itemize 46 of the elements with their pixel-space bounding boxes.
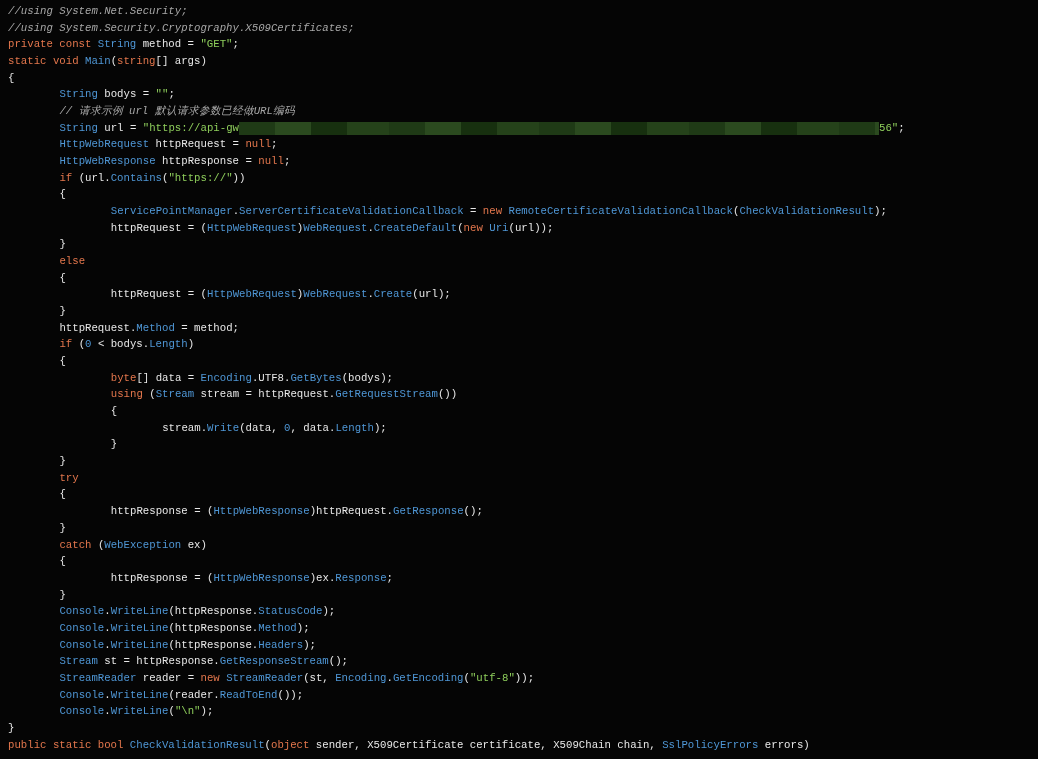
- code-line: Console.WriteLine(httpResponse.Headers);: [59, 637, 316, 653]
- code-line: httpRequest.Method = method;: [59, 320, 239, 336]
- code-line: }: [59, 454, 66, 470]
- code-line: {: [59, 270, 66, 286]
- code-line: if (url.Contains("https://")): [59, 170, 246, 186]
- code-line: }: [59, 520, 66, 536]
- code-line: catch (WebException ex): [59, 537, 207, 553]
- code-line: Console.WriteLine(httpResponse.Method);: [59, 620, 310, 636]
- code-line: }: [110, 437, 118, 453]
- code-line: Console.WriteLine(httpResponse.StatusCode);: [59, 604, 336, 620]
- code-line: String bodys = "";: [59, 87, 175, 103]
- code-line: String url = "https://api-gw: [59, 120, 239, 136]
- code-line: ServicePointManager.ServerCertificateValidationCallback = new RemoteCertificateValidationCallback(CheckValidationResult);: [110, 204, 887, 220]
- code-line: httpRequest = (HttpWebRequest)WebRequest.CreateDefault(new Uri(url));: [110, 220, 554, 236]
- code-line: {: [59, 487, 66, 503]
- code-line: //using System.Net.Security;: [8, 4, 188, 19]
- code-line: byte[] data = Encoding.UTF8.GetBytes(bodys);: [110, 370, 393, 386]
- code-line: httpRequest = (HttpWebRequest)WebRequest.Create(url);: [110, 287, 451, 303]
- code-line: }: [59, 237, 66, 253]
- code-line: {: [59, 554, 66, 570]
- code-line: Stream st = httpResponse.GetResponseStream();: [59, 654, 348, 670]
- code-line: HttpWebRequest httpRequest = null;: [59, 137, 278, 153]
- code-line: StreamReader reader = new StreamReader(st, Encoding.GetEncoding("utf-8"));: [59, 670, 535, 686]
- code-line: }: [59, 587, 66, 603]
- code-line: HttpWebResponse httpResponse = null;: [59, 154, 291, 170]
- code-line: else: [59, 254, 86, 270]
- code-line: try: [59, 470, 79, 486]
- code-line: public static bool CheckValidationResult(object sender, X509Certificate certificate, X509Chain chain, SslPolicyErrors errors): [8, 737, 810, 753]
- code-line: {: [8, 70, 15, 86]
- code-line: private const String method = "GET";: [8, 37, 239, 53]
- code-line: 56";: [879, 120, 905, 136]
- code-line: {: [110, 404, 118, 420]
- code-line: }: [8, 720, 15, 736]
- code-line: //using System.Security.Cryptography.X509Certificates;: [8, 20, 355, 36]
- code-line: {: [59, 354, 66, 370]
- code-line: {: [59, 187, 66, 203]
- code-line: Console.WriteLine(reader.ReadToEnd());: [59, 687, 304, 703]
- code-line: using (Stream stream = httpRequest.GetRequestStream()): [110, 387, 458, 403]
- code-line: Console.WriteLine("\n");: [59, 704, 214, 720]
- code-line: }: [59, 304, 66, 320]
- code-line: // 请求示例 url 默认请求参数已经做URL编码: [59, 104, 295, 120]
- code-line: stream.Write(data, 0, data.Length);: [162, 420, 387, 436]
- code-line: httpResponse = (HttpWebResponse)ex.Response;: [110, 570, 394, 586]
- code-line: httpResponse = (HttpWebResponse)httpRequest.GetResponse();: [110, 504, 483, 520]
- code-line: if (0 < bodys.Length): [59, 337, 195, 353]
- code-line: static void Main(string[] args): [8, 54, 207, 69]
